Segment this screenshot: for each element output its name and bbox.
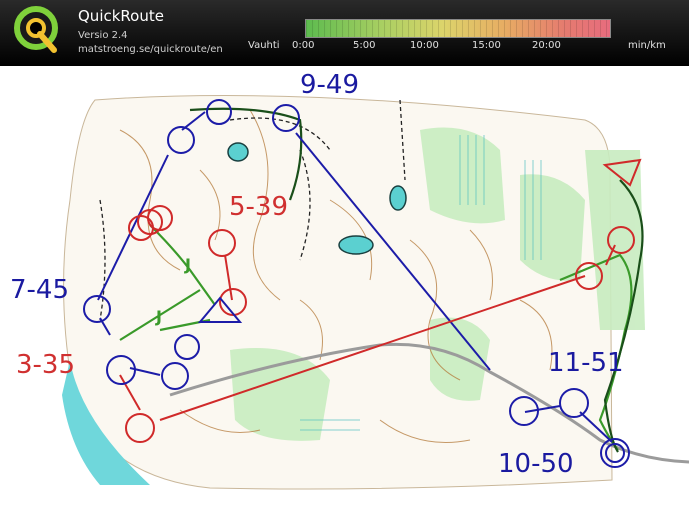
- app-url[interactable]: matstroeng.se/quickroute/en: [78, 44, 223, 55]
- map-symbol-j: J: [184, 255, 191, 274]
- pace-tick: 10:00: [410, 40, 439, 51]
- app-title: QuickRoute: [78, 7, 164, 25]
- map-symbol-j: J: [155, 307, 162, 326]
- app-header: QuickRoute Versio 2.4 matstroeng.se/quic…: [0, 0, 689, 66]
- split-label: 11-51: [548, 348, 624, 378]
- pace-unit: min/km: [628, 40, 666, 51]
- quickroute-logo-icon: [14, 6, 58, 53]
- split-label: 3-35: [16, 350, 75, 380]
- pace-tick: 15:00: [472, 40, 501, 51]
- split-label: 5-39: [229, 192, 288, 222]
- pace-tick: 0:00: [292, 40, 315, 51]
- pace-label: Vauhti: [248, 40, 280, 51]
- app-version: Versio 2.4: [78, 30, 128, 41]
- pace-color-scale: [305, 19, 611, 38]
- pace-tick: 20:00: [532, 40, 561, 51]
- pace-tick: 5:00: [353, 40, 376, 51]
- split-label: 7-45: [10, 275, 69, 305]
- split-label: 9-49: [300, 70, 359, 100]
- orienteering-map[interactable]: 9-49 5-39 7-45 3-35 11-51 10-50 J J: [0, 66, 689, 510]
- split-label: 10-50: [498, 449, 574, 479]
